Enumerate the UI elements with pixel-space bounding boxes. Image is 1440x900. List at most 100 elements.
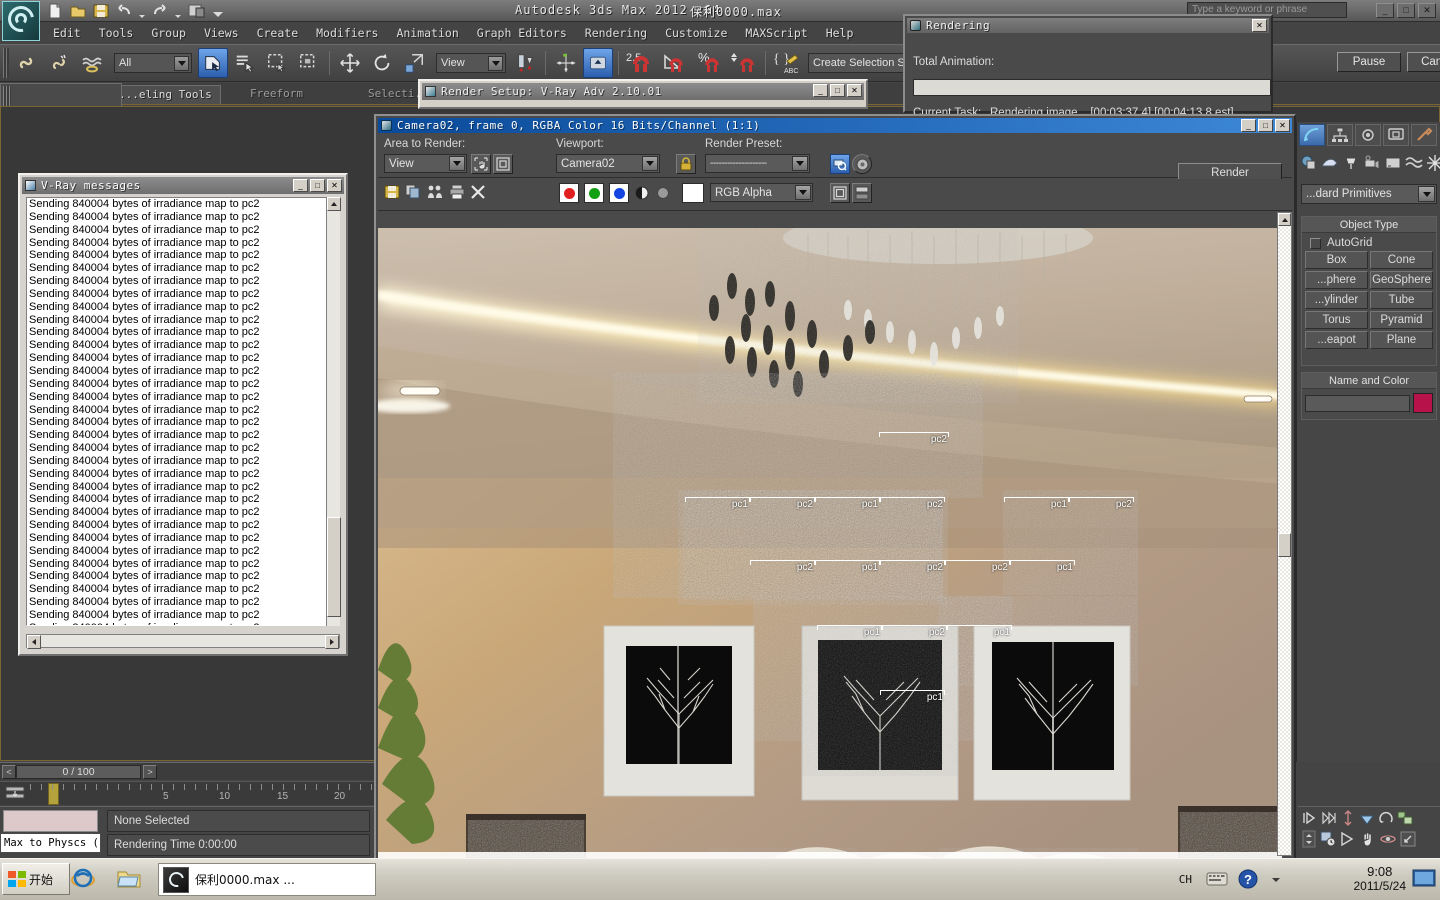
undo-icon[interactable] [115, 2, 133, 20]
vray-messages-title-bar[interactable]: V-Ray messages _ □ ✕ [22, 177, 344, 194]
spinner-snap-icon[interactable] [728, 48, 760, 78]
primitive-cylinder-button[interactable]: ...ylinder [1305, 291, 1368, 309]
manage-layers-icon[interactable] [583, 48, 613, 78]
time-slider-handle[interactable] [48, 783, 59, 805]
vray-maximize-button[interactable]: □ [310, 179, 325, 192]
name-and-color-header[interactable]: Name and Color [1302, 373, 1436, 389]
scroll-up-arrow-icon[interactable] [327, 197, 341, 211]
arc-rotate-icon[interactable] [1378, 810, 1394, 826]
menu-help[interactable]: Help [817, 26, 863, 40]
open-file-icon[interactable] [69, 2, 87, 20]
vray-minimize-button[interactable]: _ [293, 179, 308, 192]
ribbon-tab-freeform[interactable]: Freeform [242, 85, 311, 104]
autogrid-row[interactable]: AutoGrid [1302, 233, 1436, 251]
rfw-title-bar[interactable]: Camera02, frame 0, RGBA Color 16 Bits/Ch… [378, 118, 1292, 133]
selection-filter-combo[interactable]: All [114, 53, 192, 73]
pause-button[interactable]: Pause [1337, 52, 1401, 72]
cancel-button[interactable]: Cancel [1407, 52, 1440, 72]
use-pivot-icon[interactable] [510, 48, 540, 78]
primitive-teapot-button[interactable]: ...eapot [1305, 331, 1368, 349]
motion-tab-icon[interactable] [1383, 124, 1409, 146]
key-filters-icon[interactable] [4, 785, 26, 801]
vray-horizontal-scrollbar[interactable] [26, 634, 340, 649]
project-folder-icon[interactable] [187, 2, 207, 20]
render-setup-maximize-button[interactable]: □ [830, 84, 845, 97]
primitive-category-combo[interactable]: ...dard Primitives [1301, 184, 1437, 204]
start-button[interactable]: 开始 [2, 863, 70, 895]
maximize-viewport-icon[interactable] [1397, 810, 1413, 826]
menu-group[interactable]: Group [142, 26, 195, 40]
primitive-cone-button[interactable]: Cone [1370, 251, 1433, 269]
tray-expand-icon[interactable] [1270, 873, 1282, 885]
channel-combo[interactable]: RGB Alpha [710, 183, 813, 202]
time-config-icon[interactable] [1320, 831, 1336, 847]
select-object-icon[interactable] [198, 48, 228, 78]
ref-coord-system-combo[interactable]: View [436, 53, 506, 73]
vray-close-button[interactable]: ✕ [327, 179, 342, 192]
next-frame-button[interactable]: > [143, 765, 157, 779]
toolbar-overflow-icon[interactable] [212, 6, 224, 17]
redo-dropdown-icon[interactable] [174, 7, 182, 18]
rfw-close-button[interactable]: ✕ [1275, 119, 1290, 132]
maximize-button[interactable]: □ [1397, 3, 1415, 18]
menu-modifiers[interactable]: Modifiers [307, 26, 387, 40]
file-explorer-icon[interactable] [116, 866, 142, 892]
space-warps-icon[interactable] [1405, 154, 1423, 172]
minimize-button[interactable]: _ [1376, 3, 1394, 18]
menu-customize[interactable]: Customize [656, 26, 736, 40]
background-swatch-icon[interactable] [682, 183, 704, 203]
named-selection-sets-icon[interactable]: { } ABC [771, 48, 803, 78]
cameras-icon[interactable] [1363, 154, 1381, 172]
new-file-icon[interactable] [46, 2, 64, 20]
unlink-icon[interactable] [45, 48, 75, 78]
viewport-combo[interactable]: Camera02 [556, 154, 660, 173]
set-key-icon[interactable] [1340, 810, 1356, 826]
menu-views[interactable]: Views [195, 26, 248, 40]
rfw-maximize-button[interactable]: □ [1258, 119, 1273, 132]
tray-screen-icon[interactable] [1412, 869, 1436, 889]
select-by-name-icon[interactable] [230, 48, 260, 78]
scroll-right-arrow-icon[interactable] [325, 635, 339, 649]
scroll-left-arrow-icon[interactable] [27, 635, 41, 649]
primitive-plane-button[interactable]: Plane [1370, 331, 1433, 349]
zoom-region-icon[interactable] [1340, 831, 1356, 847]
primitive-sphere-button[interactable]: ...phere [1305, 271, 1368, 289]
chevron-down-icon[interactable] [642, 156, 658, 171]
clone-window-icon[interactable] [426, 184, 444, 200]
render-setup-minimize-button[interactable]: _ [813, 84, 828, 97]
angle-snap-icon[interactable] [660, 48, 694, 78]
shapes-icon[interactable] [1321, 154, 1339, 172]
select-move-icon[interactable] [335, 48, 365, 78]
clear-image-icon[interactable] [470, 184, 486, 200]
key-mode-icon[interactable] [1359, 810, 1375, 826]
menu-maxscript[interactable]: MAXScript [736, 26, 816, 40]
percent-snap-icon[interactable]: % [696, 48, 726, 78]
ime-indicator[interactable]: CH [1179, 873, 1192, 886]
max-logo-icon[interactable] [2, 0, 40, 41]
rectangular-region-icon[interactable] [262, 48, 292, 78]
render-setup-dialog-icon[interactable] [830, 154, 850, 174]
prev-frame-button[interactable]: < [2, 765, 16, 779]
green-channel-icon[interactable] [584, 183, 604, 203]
object-type-header[interactable]: Object Type [1302, 217, 1436, 233]
rfw-vertical-scrollbar[interactable] [1277, 212, 1292, 856]
align-icon[interactable] [551, 48, 581, 78]
snap-toggle-icon[interactable]: 2.5 [624, 48, 658, 78]
taskbar-item-max[interactable]: 保利0000.max ... [158, 863, 376, 896]
save-image-icon[interactable] [384, 184, 400, 200]
select-scale-icon[interactable] [399, 48, 429, 78]
menu-animation[interactable]: Animation [387, 26, 467, 40]
area-to-render-combo[interactable]: View [384, 154, 467, 173]
window-crossing-icon[interactable] [294, 48, 324, 78]
rendered-frame-window[interactable]: Camera02, frame 0, RGBA Color 16 Bits/Ch… [374, 114, 1296, 860]
mono-channel-icon[interactable] [655, 185, 671, 201]
hierarchy-tab-icon[interactable] [1355, 124, 1381, 146]
object-color-swatch[interactable] [1413, 393, 1433, 413]
ribbon-tab-modeling[interactable]: ...eling Tools [110, 85, 221, 104]
toolbar-gripper[interactable] [3, 48, 9, 78]
render-setup-window[interactable]: Render Setup: V-Ray Adv 2.10.01 _ □ ✕ [418, 79, 868, 109]
rfw-scrollbar-thumb[interactable] [1278, 533, 1291, 557]
vray-messages-window[interactable]: V-Ray messages _ □ ✕ Sending 840004 byte… [18, 173, 348, 656]
lights-icon[interactable] [1342, 154, 1360, 172]
chevron-down-icon[interactable] [1418, 186, 1435, 202]
